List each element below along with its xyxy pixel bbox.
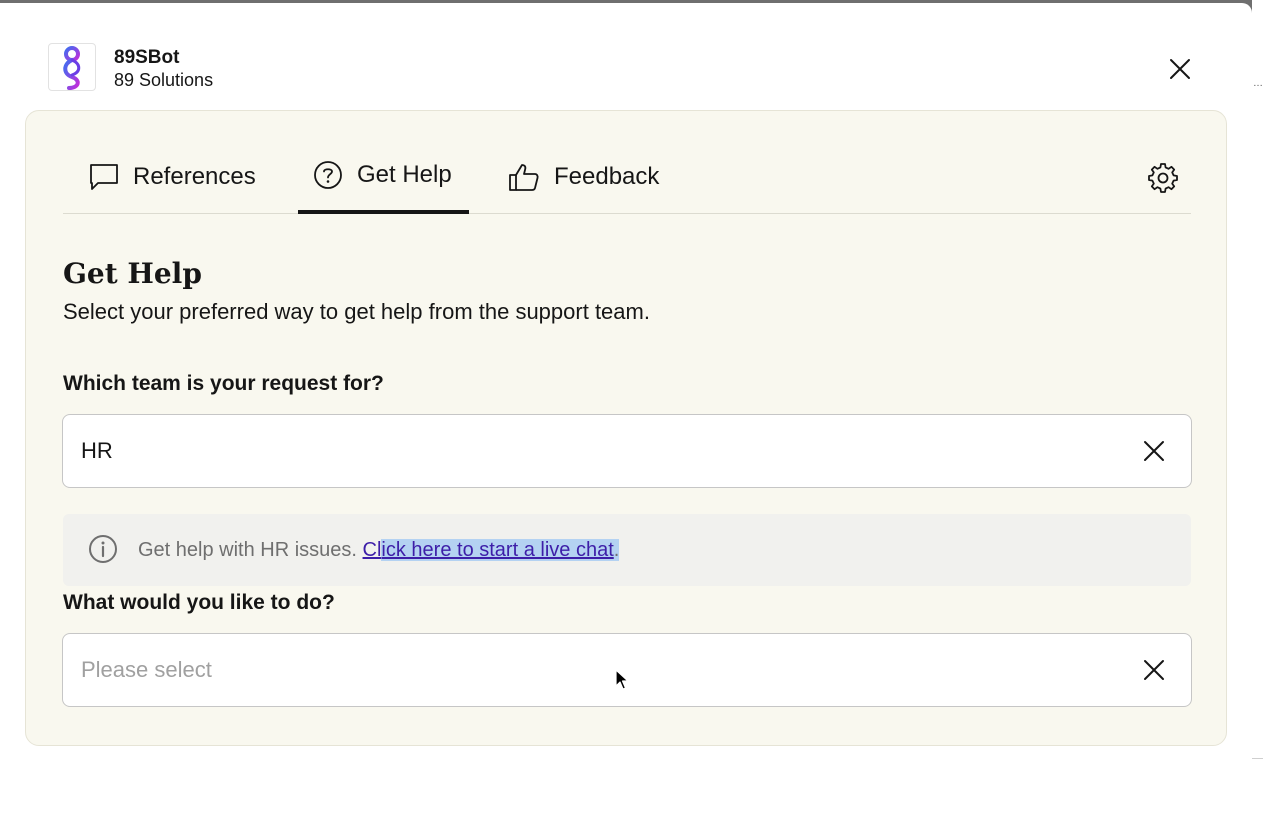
- team-clear-button[interactable]: [1139, 436, 1169, 466]
- live-chat-link-selected: ick here to start a live chat: [381, 539, 614, 561]
- background-window-edge: …: [1252, 0, 1263, 823]
- tab-references-label: References: [133, 162, 256, 190]
- action-clear-button[interactable]: [1139, 655, 1169, 685]
- help-circle-icon: [313, 160, 343, 190]
- close-icon: [1144, 660, 1164, 680]
- action-question-label: What would you like to do?: [63, 591, 335, 614]
- team-question-label: Which team is your request for?: [63, 372, 384, 395]
- chat-bubble-icon: [89, 163, 119, 191]
- close-button[interactable]: [1162, 51, 1198, 87]
- mouse-cursor-icon: [615, 669, 629, 690]
- info-notice: Get help with HR issues. Click here to s…: [63, 514, 1191, 586]
- bot-logo-icon: [63, 46, 81, 90]
- info-prefix: Get help with HR issues.: [138, 539, 363, 561]
- close-icon: [1170, 59, 1190, 79]
- settings-button[interactable]: [1146, 161, 1180, 195]
- info-suffix: .: [613, 539, 620, 561]
- action-select-placeholder: Please select: [81, 657, 212, 682]
- tab-get-help[interactable]: Get Help: [298, 139, 469, 214]
- overflow-dots: …: [1253, 78, 1263, 89]
- chatbot-modal: 89SBot 89 Solutions References Get Help …: [0, 3, 1252, 823]
- team-select[interactable]: HR: [62, 414, 1192, 488]
- bot-name: 89SBot: [114, 47, 180, 68]
- live-chat-link-start: Cl: [362, 539, 382, 561]
- tab-feedback[interactable]: Feedback: [497, 139, 670, 214]
- tab-bar: References Get Help Feedback: [63, 139, 1191, 214]
- tab-references[interactable]: References: [78, 139, 267, 214]
- info-text: Get help with HR issues. Click here to s…: [138, 539, 620, 562]
- tab-feedback-label: Feedback: [554, 162, 660, 190]
- bot-logo: [48, 43, 96, 91]
- modal-header: 89SBot 89 Solutions: [0, 3, 1252, 104]
- team-select-value: HR: [81, 438, 113, 463]
- gear-icon: [1148, 163, 1178, 193]
- help-panel: References Get Help Feedback Get Help Se…: [25, 110, 1227, 746]
- thumbs-up-icon: [508, 162, 540, 192]
- divider: [1252, 758, 1263, 759]
- bot-company: 89 Solutions: [114, 70, 214, 90]
- live-chat-link[interactable]: Click here to start a live chat: [363, 539, 614, 561]
- page-subtitle: Select your preferred way to get help fr…: [63, 299, 650, 324]
- page-title: Get Help: [63, 257, 202, 290]
- close-icon: [1144, 441, 1164, 461]
- tab-get-help-label: Get Help: [357, 160, 452, 188]
- info-icon: [88, 534, 118, 569]
